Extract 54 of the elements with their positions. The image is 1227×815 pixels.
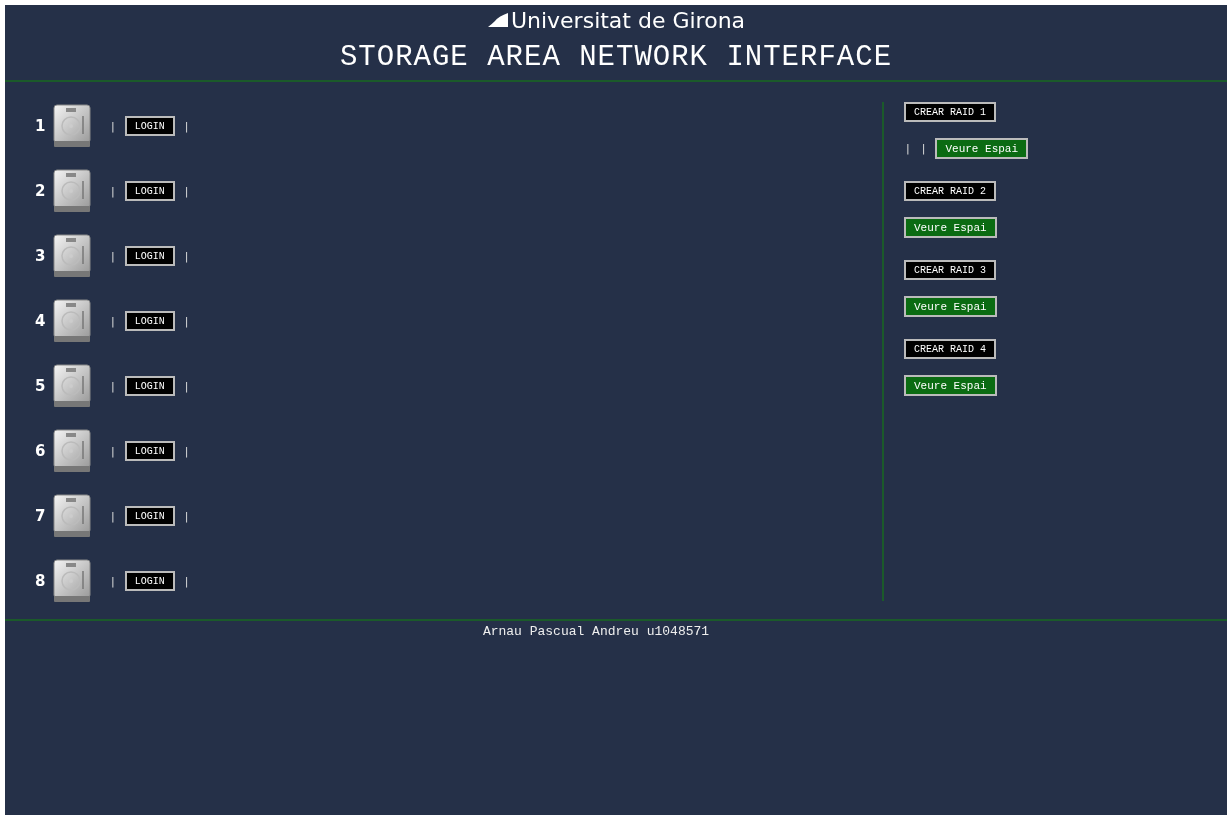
separator: |: [184, 119, 189, 133]
separator: |: [111, 184, 115, 198]
disk-number: 2: [35, 182, 47, 200]
university-name: Universitat de Girona: [510, 7, 746, 33]
login-button[interactable]: LOGIN: [124, 181, 175, 201]
separator: |: [111, 574, 115, 588]
login-button[interactable]: LOGIN: [124, 441, 175, 461]
hard-drive-icon: [51, 364, 93, 408]
disk-number: 1: [35, 117, 47, 135]
create-raid-button[interactable]: CREAR RAID 2: [904, 181, 996, 201]
author-text: Arnau Pascual Andreu u1048571: [482, 624, 710, 639]
view-space-button[interactable]: Veure Espai: [904, 217, 997, 238]
hard-drive-icon: [51, 559, 93, 603]
separator: |: [111, 379, 115, 393]
hard-drive-icon: [51, 299, 93, 343]
view-space-button[interactable]: Veure Espai: [935, 138, 1029, 159]
disk-number: 6: [35, 442, 47, 460]
separator: |: [184, 379, 189, 393]
hard-drive-icon: [51, 494, 93, 538]
login-button[interactable]: LOGIN: [124, 506, 175, 526]
separator: |: [111, 249, 115, 263]
logo-icon: [486, 12, 509, 28]
login-button[interactable]: LOGIN: [124, 311, 175, 331]
separator: |: [184, 249, 189, 263]
hard-drive-icon: [51, 104, 93, 148]
disk-number: 4: [35, 312, 47, 330]
login-button[interactable]: LOGIN: [124, 571, 175, 591]
disk-number: 3: [35, 247, 47, 265]
hard-drive-icon: [51, 234, 93, 278]
separator: |: [184, 184, 189, 198]
create-raid-button[interactable]: CREAR RAID 3: [904, 260, 996, 280]
disk-number: 8: [35, 572, 47, 590]
separator: |: [111, 314, 115, 328]
page-title: STORAGE AREA NETWORK INTERFACE: [339, 41, 893, 74]
view-space-button[interactable]: Veure Espai: [904, 375, 997, 396]
hard-drive-icon: [51, 169, 93, 213]
disk-number: 7: [35, 507, 47, 525]
separator: |: [921, 142, 926, 155]
disk-number: 5: [35, 377, 47, 395]
separator: |: [906, 142, 910, 155]
separator: |: [184, 314, 189, 328]
separator: |: [184, 444, 189, 458]
hard-drive-icon: [51, 429, 93, 473]
create-raid-button[interactable]: CREAR RAID 4: [904, 339, 996, 359]
separator: |: [111, 444, 115, 458]
view-space-button[interactable]: Veure Espai: [904, 296, 997, 317]
login-button[interactable]: LOGIN: [124, 116, 175, 136]
login-button[interactable]: LOGIN: [124, 376, 175, 396]
separator: |: [111, 119, 115, 133]
login-button[interactable]: LOGIN: [124, 246, 175, 266]
separator: |: [184, 574, 189, 588]
create-raid-button[interactable]: CREAR RAID 1: [904, 102, 996, 122]
separator: |: [184, 509, 189, 523]
separator: |: [111, 509, 115, 523]
